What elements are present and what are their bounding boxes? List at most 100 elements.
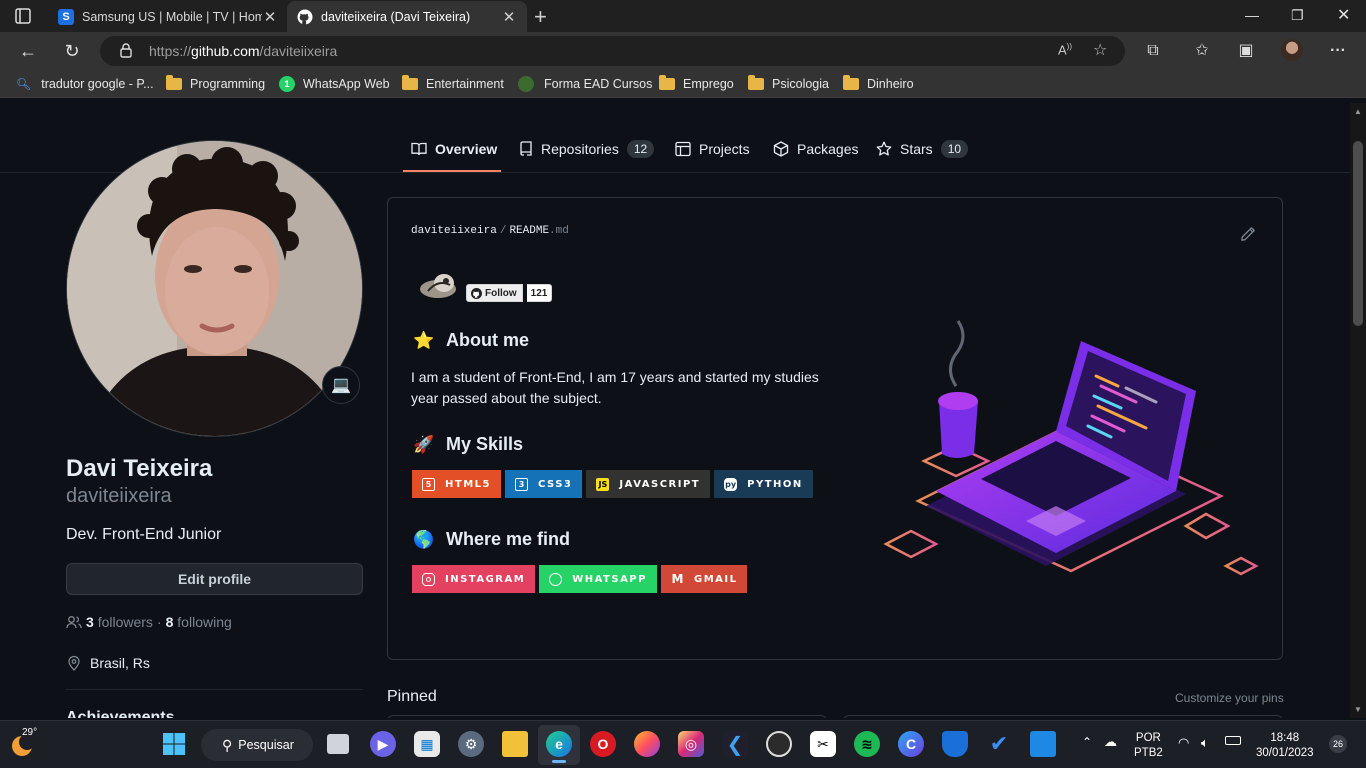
scroll-down-icon[interactable]: ▼ — [1354, 705, 1362, 714]
globe-emoji-icon: 🌎 — [413, 529, 435, 549]
new-tab-icon[interactable]: + — [534, 4, 547, 30]
more-menu-icon[interactable]: ··· — [1328, 41, 1348, 61]
browser-profile-avatar[interactable] — [1281, 39, 1303, 61]
refresh-icon[interactable]: ↻ — [61, 40, 83, 62]
pencil-icon[interactable] — [1240, 226, 1256, 242]
profile-avatar[interactable] — [66, 140, 363, 437]
tab-actions-icon[interactable] — [12, 6, 34, 26]
start-icon[interactable] — [161, 731, 187, 757]
lock-icon[interactable] — [120, 43, 132, 58]
active-tab-indicator — [403, 170, 501, 172]
file-explorer-icon[interactable] — [502, 731, 528, 757]
store-icon[interactable]: ▦ — [414, 731, 440, 757]
python-badge[interactable]: py PYTHON — [714, 470, 813, 498]
chat-icon[interactable]: ▶ — [370, 731, 396, 757]
url-text[interactable]: https://github.com/daviteiixeira — [149, 43, 337, 59]
instagram-app-icon[interactable]: ◎ — [678, 731, 704, 757]
canva-icon[interactable]: C — [898, 731, 924, 757]
tab-repositories[interactable]: Repositories 12 — [519, 138, 655, 160]
people-icon — [66, 616, 82, 629]
task-view-icon[interactable] — [327, 734, 349, 754]
minimize-icon[interactable]: — — [1245, 7, 1259, 23]
battery-icon[interactable] — [1225, 736, 1241, 745]
tab-projects[interactable]: Projects — [675, 138, 750, 160]
bookmark-tradutor[interactable]: 🔍︎ tradutor google - P... — [16, 76, 154, 92]
whatsapp-badge[interactable]: WHATSAPP — [539, 565, 657, 593]
weather-widget[interactable]: 29° — [10, 727, 40, 760]
favorites-icon[interactable]: ✩ — [1192, 41, 1212, 61]
folder-icon — [748, 75, 764, 90]
tab-overview[interactable]: Overview — [411, 138, 497, 160]
volume-icon[interactable]: 🔈︎ — [1201, 735, 1209, 750]
obs-icon[interactable] — [766, 731, 792, 757]
rocket-emoji-icon: 🚀 — [413, 434, 435, 454]
bookmark-dinheiro[interactable]: Dinheiro — [843, 75, 914, 92]
readme-owner-link[interactable]: daviteiixeira — [411, 225, 497, 237]
bookmark-forma-ead[interactable]: Forma EAD Cursos — [518, 76, 652, 92]
gmail-badge[interactable]: M GMAIL — [660, 565, 748, 593]
javascript-badge[interactable]: JS JAVASCRIPT — [586, 470, 711, 498]
tab-stars[interactable]: Stars 10 — [876, 138, 969, 160]
capcut-icon[interactable]: ✂ — [810, 731, 836, 757]
status-emoji-button[interactable]: 💻 — [322, 366, 360, 404]
tab-title: daviteiixeira (Davi Teixeira) — [321, 9, 471, 24]
star-emoji-icon: ⭐ — [413, 330, 435, 350]
bookmark-psicologia[interactable]: Psicologia — [748, 75, 829, 92]
page-scrollbar[interactable]: ▲ ▼ — [1350, 103, 1366, 718]
close-window-icon[interactable]: ✕ — [1337, 5, 1350, 25]
notification-count-badge[interactable]: 26 — [1329, 735, 1347, 753]
collections-icon[interactable]: ▣ — [1236, 41, 1256, 61]
tab-title: Samsung US | Mobile | TV | Home — [82, 9, 262, 24]
taskbar-search[interactable]: ⚲ Pesquisar — [201, 729, 313, 761]
app-window-icon[interactable] — [1030, 731, 1056, 757]
book-icon — [411, 142, 427, 156]
bookmark-entertainment[interactable]: Entertainment — [402, 75, 504, 92]
favorite-star-icon[interactable]: ☆ — [1093, 40, 1107, 60]
scrollbar-thumb[interactable] — [1353, 141, 1363, 326]
read-aloud-icon[interactable]: A)) — [1058, 42, 1072, 57]
customize-pins-link[interactable]: Customize your pins — [1175, 691, 1284, 705]
repo-icon — [520, 141, 532, 156]
restore-icon[interactable]: ❐ — [1291, 7, 1304, 24]
todo-check-icon[interactable]: ✔ — [986, 731, 1012, 757]
instagram-badge[interactable]: INSTAGRAM — [412, 565, 536, 593]
browser-tab-samsung[interactable]: S Samsung US | Mobile | TV | Home ✕ — [48, 1, 288, 32]
followers-link[interactable]: 3 followers — [86, 614, 153, 630]
bookmark-emprego[interactable]: Emprego — [659, 75, 734, 92]
pinned-repo-card[interactable] — [387, 715, 827, 718]
scroll-up-icon[interactable]: ▲ — [1354, 107, 1362, 116]
about-me-text: I am a student of Front-End, I am 17 yea… — [411, 369, 819, 406]
language-indicator[interactable]: POR PTB2 — [1134, 731, 1163, 761]
html5-badge[interactable]: 5 HTML5 — [412, 470, 501, 498]
bookmark-whatsapp[interactable]: 1 WhatsApp Web — [279, 76, 390, 92]
firefox-icon[interactable] — [634, 731, 660, 757]
settings-gear-icon[interactable]: ⚙ — [458, 731, 484, 757]
windows-taskbar: 29° ⚲ Pesquisar ▶ ▦ ⚙ e O ◎ ❮ ✂ ≋ C ✔ ⌃ … — [0, 720, 1366, 768]
defender-shield-icon[interactable] — [942, 731, 968, 757]
address-bar[interactable]: https://github.com/daviteiixeira A)) ☆ — [100, 36, 1125, 66]
css3-badge[interactable]: 3 CSS3 — [504, 470, 583, 498]
tab-packages[interactable]: Packages — [773, 138, 858, 160]
clock[interactable]: 18:48 30/01/2023 — [1256, 731, 1314, 761]
following-link[interactable]: 8 following — [166, 614, 232, 630]
whatsapp-icon: 1 — [279, 76, 295, 92]
follow-badge[interactable]: Follow 121 — [466, 284, 553, 302]
tray-overflow-icon[interactable]: ⌃ — [1082, 735, 1092, 750]
readme-file-link[interactable]: README — [509, 225, 549, 237]
edge-icon[interactable]: e — [546, 731, 572, 757]
html5-icon: 5 — [422, 477, 435, 491]
browser-tab-github[interactable]: daviteiixeira (Davi Teixeira) ✕ — [287, 1, 527, 32]
opera-icon[interactable]: O — [590, 731, 616, 757]
edit-profile-button[interactable]: Edit profile — [66, 563, 363, 595]
pinned-repo-card[interactable] — [843, 715, 1283, 718]
back-icon[interactable]: ← — [17, 40, 39, 62]
readme-card: daviteiixeira / README.md Follow 121 ⭐ Abou… — [387, 197, 1283, 660]
vscode-icon[interactable]: ❮ — [722, 731, 748, 757]
close-tab-icon[interactable]: ✕ — [501, 8, 517, 26]
cloud-sync-icon[interactable]: ☁ — [1104, 734, 1117, 749]
bookmark-programming[interactable]: Programming — [166, 75, 265, 92]
close-tab-icon[interactable]: ✕ — [262, 8, 278, 26]
spotify-icon[interactable]: ≋ — [854, 731, 880, 757]
wifi-icon[interactable]: ◠ — [1178, 735, 1189, 750]
extensions-icon[interactable]: ⧉ — [1143, 41, 1163, 61]
